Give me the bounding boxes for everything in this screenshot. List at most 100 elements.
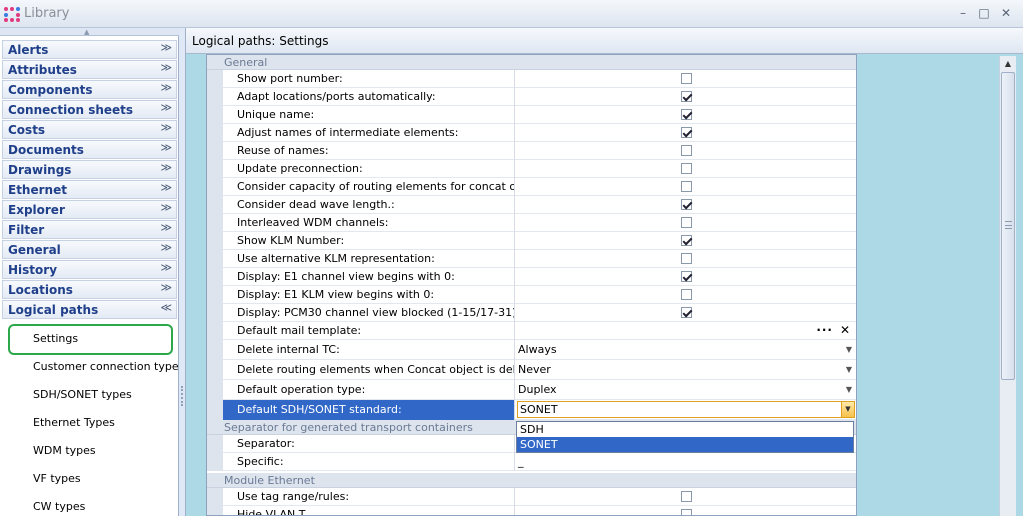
chevron-down-icon: ≫ <box>160 101 172 114</box>
nav-item-sdh-sonet-types[interactable]: SDH/SONET types <box>33 388 132 401</box>
chevron-down-icon: ≫ <box>160 141 172 154</box>
checkbox[interactable] <box>681 109 692 120</box>
checkbox[interactable] <box>681 181 692 192</box>
checkbox[interactable] <box>681 271 692 282</box>
chevron-down-icon[interactable]: ▼ <box>846 380 852 399</box>
checkbox[interactable] <box>681 491 692 502</box>
nav-group-costs[interactable]: Costs ≫ <box>2 120 177 139</box>
nav-group-components[interactable]: Components ≫ <box>2 80 177 99</box>
checkbox[interactable] <box>681 509 692 515</box>
nav-group-alerts[interactable]: Alerts ≫ <box>2 40 177 59</box>
nav-group-attributes[interactable]: Attributes ≫ <box>2 60 177 79</box>
nav-group-general[interactable]: General ≫ <box>2 240 177 259</box>
dropdown-option-sdh[interactable]: SDH <box>517 422 853 437</box>
window-title: Library <box>24 6 70 21</box>
category-general[interactable]: General <box>207 55 856 70</box>
chevron-down-icon[interactable]: ▼ <box>841 402 854 417</box>
property-row[interactable]: Show port number: <box>207 70 856 88</box>
checkbox[interactable] <box>681 127 692 138</box>
property-row-delete-internal-tc[interactable]: Delete internal TC: Always ▼ <box>207 340 856 360</box>
standard-combobox[interactable]: SONET ▼ <box>517 401 855 418</box>
nav-group-connection-sheets[interactable]: Connection sheets ≫ <box>2 100 177 119</box>
checkbox[interactable] <box>681 217 692 228</box>
nav-group-filter[interactable]: Filter ≫ <box>2 220 177 239</box>
property-row[interactable]: Interleaved WDM channels: <box>207 214 856 232</box>
property-row[interactable]: Consider dead wave length.: <box>207 196 856 214</box>
nav-item-cw-types[interactable]: CW types <box>33 500 85 513</box>
property-row[interactable]: Consider capacity of routing elements fo… <box>207 178 856 196</box>
nav-item-wdm-types[interactable]: WDM types <box>33 444 96 457</box>
dropdown-value[interactable]: Never <box>518 363 551 376</box>
ellipsis-icon[interactable]: ··· <box>816 322 833 339</box>
nav-group-explorer[interactable]: Explorer ≫ <box>2 200 177 219</box>
nav-group-documents[interactable]: Documents ≫ <box>2 140 177 159</box>
property-row-default-standard[interactable]: Default SDH/SONET standard: SONET ▼ <box>207 400 856 420</box>
scrollbar-thumb[interactable] <box>1001 72 1015 380</box>
chevron-up-icon: ≪ <box>160 301 172 314</box>
chevron-down-icon: ≫ <box>160 221 172 234</box>
nav-collapse-grip[interactable]: ▲ <box>0 28 179 36</box>
app-logo-icon <box>4 7 20 22</box>
checkbox[interactable] <box>681 163 692 174</box>
property-row[interactable]: Unique name: <box>207 106 856 124</box>
property-row[interactable]: Adapt locations/ports automatically: <box>207 88 856 106</box>
nav-item-settings[interactable]: Settings <box>33 332 78 345</box>
maximize-button[interactable]: □ <box>973 4 995 22</box>
title-bar: Library – □ ✕ <box>0 0 1023 28</box>
property-row-mail-template[interactable]: Default mail template: ··· ✕ <box>207 322 856 340</box>
property-row[interactable]: Display: E1 channel view begins with 0: <box>207 268 856 286</box>
property-row[interactable]: Show KLM Number: <box>207 232 856 250</box>
vertical-scrollbar[interactable]: ▲ <box>999 56 1016 516</box>
chevron-down-icon: ≫ <box>160 241 172 254</box>
property-row[interactable]: Display: PCM30 channel view blocked (1-1… <box>207 304 856 322</box>
property-row-default-operation[interactable]: Default operation type: Duplex ▼ <box>207 380 856 400</box>
nav-item-customer-connection-types[interactable]: Customer connection types <box>33 360 184 373</box>
property-row-delete-routing[interactable]: Delete routing elements when Concat obje… <box>207 360 856 380</box>
chevron-down-icon: ≫ <box>160 181 172 194</box>
chevron-down-icon: ≫ <box>160 81 172 94</box>
checkbox[interactable] <box>681 289 692 300</box>
chevron-down-icon: ≫ <box>160 161 172 174</box>
dropdown-option-sonet[interactable]: SONET <box>517 437 853 452</box>
property-row[interactable]: Update preconnection: <box>207 160 856 178</box>
checkbox[interactable] <box>681 307 692 318</box>
checkbox[interactable] <box>681 73 692 84</box>
chevron-down-icon: ≫ <box>160 121 172 134</box>
chevron-down-icon: ≫ <box>160 41 172 54</box>
chevron-down-icon[interactable]: ▼ <box>846 340 852 359</box>
nav-item-ethernet-types[interactable]: Ethernet Types <box>33 416 115 429</box>
minimize-button[interactable]: – <box>952 4 974 22</box>
chevron-down-icon: ≫ <box>160 61 172 74</box>
splitter-grip[interactable] <box>181 386 183 406</box>
property-row[interactable]: Hide VLAN T... <box>207 506 856 515</box>
checkbox[interactable] <box>681 199 692 210</box>
chevron-down-icon[interactable]: ▼ <box>846 360 852 379</box>
property-row[interactable]: Reuse of names: <box>207 142 856 160</box>
nav-item-vf-types[interactable]: VF types <box>33 472 81 485</box>
panel-title: Logical paths: Settings <box>192 34 329 48</box>
close-button[interactable]: ✕ <box>995 4 1017 22</box>
close-icon[interactable]: ✕ <box>840 322 850 339</box>
nav-group-ethernet[interactable]: Ethernet ≫ <box>2 180 177 199</box>
chevron-down-icon: ≫ <box>160 201 172 214</box>
property-row[interactable]: Use tag range/rules: <box>207 488 856 506</box>
nav-group-drawings[interactable]: Drawings ≫ <box>2 160 177 179</box>
checkbox[interactable] <box>681 91 692 102</box>
checkbox[interactable] <box>681 253 692 264</box>
checkbox[interactable] <box>681 235 692 246</box>
nav-group-locations[interactable]: Locations ≫ <box>2 280 177 299</box>
chevron-down-icon: ≫ <box>160 261 172 274</box>
property-row[interactable]: Display: E1 KLM view begins with 0: <box>207 286 856 304</box>
property-row[interactable]: Use alternative KLM representation: <box>207 250 856 268</box>
nav-group-history[interactable]: History ≫ <box>2 260 177 279</box>
nav-group-logical-paths[interactable]: Logical paths ≪ <box>2 300 177 319</box>
dropdown-value[interactable]: Always <box>518 343 557 356</box>
property-row-specific[interactable]: Specific: _ <box>207 453 856 471</box>
panel-header: Logical paths: Settings <box>186 28 1023 54</box>
category-module-ethernet[interactable]: Module Ethernet <box>207 473 856 488</box>
scroll-up-icon[interactable]: ▲ <box>1000 56 1016 72</box>
property-row[interactable]: Adjust names of intermediate elements: <box>207 124 856 142</box>
checkbox[interactable] <box>681 145 692 156</box>
dropdown-value[interactable]: Duplex <box>518 383 557 396</box>
chevron-down-icon: ≫ <box>160 281 172 294</box>
